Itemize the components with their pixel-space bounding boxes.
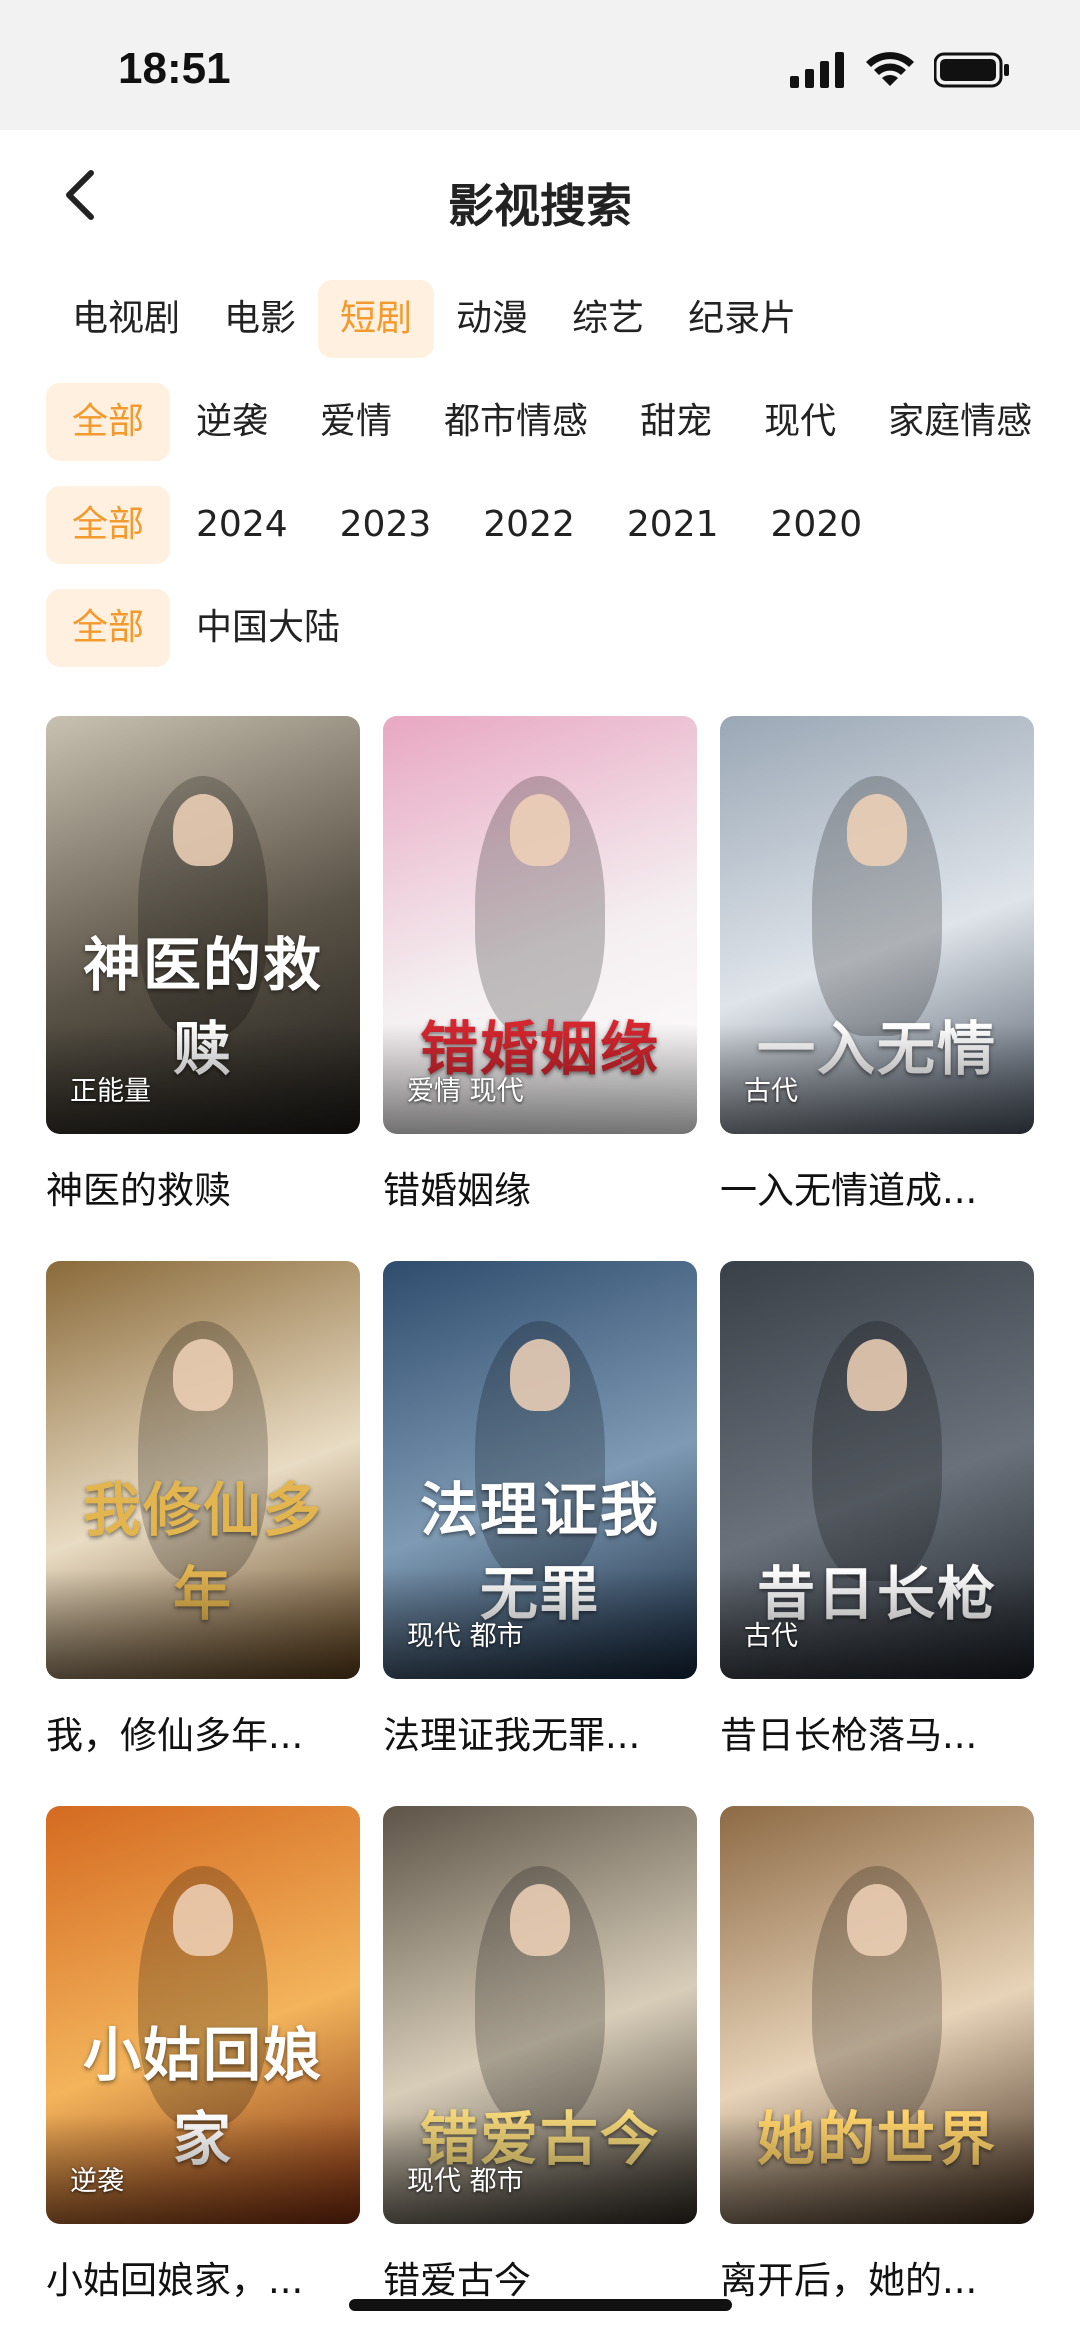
- card-title[interactable]: 错婚姻缘: [383, 1160, 697, 1214]
- poster-tag: 正能量: [70, 1076, 151, 1107]
- year-filter-row: 全部 2024 2023 2022 2021 2020: [46, 486, 888, 564]
- poster-face: [847, 794, 907, 866]
- tab-4[interactable]: 综艺: [550, 280, 666, 358]
- signal-icon: [790, 52, 844, 88]
- year-filter-4[interactable]: 2021: [601, 486, 745, 564]
- region-filter-1[interactable]: 中国大陆: [170, 589, 366, 667]
- page-title: 影视搜索: [448, 179, 632, 233]
- battery-icon: [934, 52, 1009, 88]
- poster-face: [510, 794, 570, 866]
- home-indicator: [349, 2299, 732, 2311]
- genre-filter-0[interactable]: 全部: [46, 383, 171, 461]
- poster-face: [847, 1884, 907, 1956]
- card-title[interactable]: 小姑回娘家，...: [46, 2250, 360, 2304]
- card-title[interactable]: 我，修仙多年...: [46, 1705, 360, 1759]
- poster-face: [173, 1884, 233, 1956]
- card-title[interactable]: 一入无情道成...: [720, 1160, 1034, 1214]
- poster-face: [173, 794, 233, 866]
- year-filter-1[interactable]: 2024: [170, 486, 314, 564]
- poster-image[interactable]: 小姑回娘家逆袭: [46, 1806, 360, 2224]
- year-filter-0[interactable]: 全部: [46, 486, 171, 564]
- poster-tag: 现代 都市: [407, 1621, 524, 1652]
- genre-filter-2[interactable]: 爱情: [294, 383, 418, 461]
- result-card[interactable]: 法理证我无罪现代 都市法理证我无罪...: [383, 1261, 697, 1806]
- poster-shade: [46, 1569, 360, 1679]
- year-filter-3[interactable]: 2022: [457, 486, 601, 564]
- result-card[interactable]: 我修仙多年我，修仙多年...: [46, 1261, 360, 1806]
- poster-image[interactable]: 她的世界: [720, 1806, 1034, 2224]
- poster-face: [173, 1339, 233, 1411]
- genre-filter-6[interactable]: 家庭情感: [862, 383, 1058, 461]
- result-card[interactable]: 神医的救赎正能量神医的救赎: [46, 716, 360, 1261]
- status-time: 18:51: [118, 44, 231, 93]
- poster-image[interactable]: 一入无情古代: [720, 716, 1034, 1134]
- genre-filter-3[interactable]: 都市情感: [418, 383, 614, 461]
- poster-face: [510, 1339, 570, 1411]
- poster-tag: 古代: [744, 1621, 798, 1652]
- result-card[interactable]: 小姑回娘家逆袭小姑回娘家，...: [46, 1806, 360, 2351]
- category-tabs: 电视剧 电影 短剧 动漫 综艺 纪录片: [46, 280, 818, 358]
- poster-image[interactable]: 错爱古今现代 都市: [383, 1806, 697, 2224]
- result-card[interactable]: 她的世界离开后，她的...: [720, 1806, 1034, 2351]
- result-card[interactable]: 错爱古今现代 都市错爱古今: [383, 1806, 697, 2351]
- card-title[interactable]: 神医的救赎: [46, 1160, 360, 1214]
- result-card[interactable]: 一入无情古代一入无情道成...: [720, 716, 1034, 1261]
- poster-image[interactable]: 错婚姻缘爱情 现代: [383, 716, 697, 1134]
- result-card[interactable]: 错婚姻缘爱情 现代错婚姻缘: [383, 716, 697, 1261]
- poster-image[interactable]: 我修仙多年: [46, 1261, 360, 1679]
- tab-3[interactable]: 动漫: [434, 280, 550, 358]
- poster-image[interactable]: 法理证我无罪现代 都市: [383, 1261, 697, 1679]
- tab-2[interactable]: 短剧: [318, 280, 435, 358]
- wifi-icon: [866, 52, 914, 86]
- card-title[interactable]: 离开后，她的...: [720, 2250, 1034, 2304]
- results-grid: 神医的救赎正能量神医的救赎错婚姻缘爱情 现代错婚姻缘一入无情古代一入无情道成..…: [46, 716, 1036, 2351]
- genre-filter-5[interactable]: 现代: [738, 383, 862, 461]
- tab-1[interactable]: 电影: [202, 280, 318, 358]
- genre-filter-row: 全部 逆袭 爱情 都市情感 甜宠 现代 家庭情感: [46, 383, 1058, 461]
- poster-image[interactable]: 神医的救赎正能量: [46, 716, 360, 1134]
- poster-tag: 现代 都市: [407, 2166, 524, 2197]
- year-filter-2[interactable]: 2023: [314, 486, 458, 564]
- region-filter-row: 全部 中国大陆: [46, 589, 366, 667]
- status-icons: [790, 50, 1010, 90]
- poster-image[interactable]: 昔日长枪古代: [720, 1261, 1034, 1679]
- poster-tag: 逆袭: [70, 2166, 124, 2197]
- poster-face: [847, 1339, 907, 1411]
- result-card[interactable]: 昔日长枪古代昔日长枪落马...: [720, 1261, 1034, 1806]
- poster-tag: 古代: [744, 1076, 798, 1107]
- genre-filter-1[interactable]: 逆袭: [170, 383, 294, 461]
- card-title[interactable]: 法理证我无罪...: [383, 1705, 697, 1759]
- nav-bar: 影视搜索: [0, 130, 1080, 260]
- tab-0[interactable]: 电视剧: [46, 280, 202, 358]
- genre-filter-4[interactable]: 甜宠: [614, 383, 738, 461]
- year-filter-5[interactable]: 2020: [745, 486, 889, 564]
- poster-face: [510, 1884, 570, 1956]
- tab-5[interactable]: 纪录片: [666, 280, 818, 358]
- card-title[interactable]: 错爱古今: [383, 2250, 697, 2304]
- region-filter-0[interactable]: 全部: [46, 589, 171, 667]
- poster-tag: 爱情 现代: [407, 1076, 524, 1107]
- card-title[interactable]: 昔日长枪落马...: [720, 1705, 1034, 1759]
- poster-shade: [720, 2114, 1034, 2224]
- status-bar: 18:51: [0, 0, 1080, 130]
